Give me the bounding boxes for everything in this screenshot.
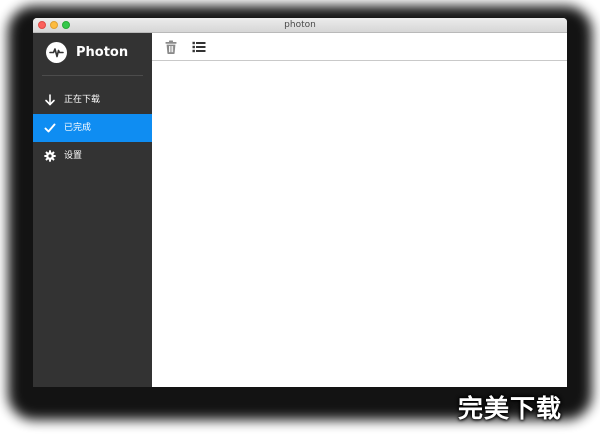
- checkmark-icon: [44, 122, 56, 134]
- brand-name: Photon: [76, 45, 129, 60]
- app-window: photon Photon 正在下载 已完成 设置: [33, 18, 567, 387]
- window-title: photon: [284, 20, 316, 30]
- list-view-button[interactable]: [191, 39, 207, 55]
- trash-icon: [163, 39, 179, 55]
- list-icon: [191, 39, 207, 55]
- sidebar: Photon 正在下载 已完成 设置: [33, 33, 152, 387]
- brand-header: Photon: [33, 33, 152, 78]
- sidebar-item-downloading[interactable]: 正在下载: [33, 86, 152, 114]
- title-bar[interactable]: photon: [33, 18, 567, 33]
- arrow-down-icon: [44, 94, 56, 106]
- sidebar-item-label: 设置: [64, 151, 83, 161]
- sidebar-item-completed[interactable]: 已完成: [33, 114, 152, 142]
- toolbar: [152, 33, 567, 61]
- screenshot-stage: photon Photon 正在下载 已完成 设置 完美下载: [0, 0, 600, 435]
- sidebar-item-label: 已完成: [64, 123, 92, 133]
- sidebar-item-settings[interactable]: 设置: [33, 142, 152, 170]
- main-content: [152, 33, 567, 387]
- delete-button[interactable]: [163, 39, 179, 55]
- gear-icon: [44, 150, 56, 162]
- sidebar-divider: [42, 75, 143, 76]
- watermark-text: 完美下载: [458, 394, 563, 423]
- pulse-logo-icon: [46, 42, 67, 63]
- sidebar-item-label: 正在下载: [64, 95, 101, 105]
